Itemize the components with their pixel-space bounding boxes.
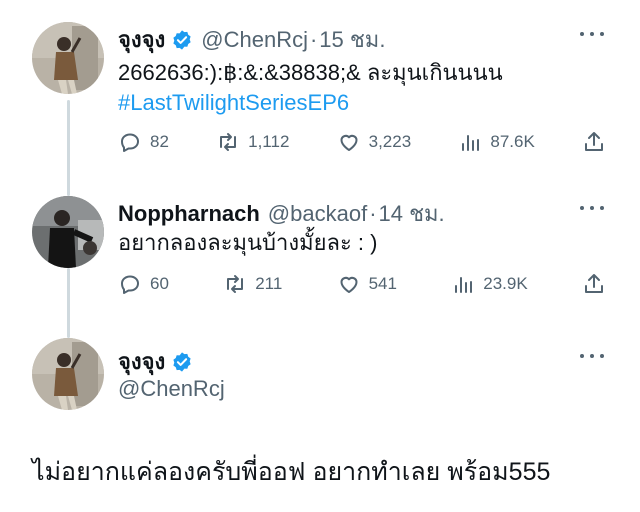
user-handle[interactable]: @backaof — [268, 201, 367, 227]
retweet-count: 1,112 — [248, 132, 290, 151]
hashtag-link[interactable]: #LastTwilightSeriesEP6 — [118, 88, 349, 118]
reply-count: 60 — [150, 274, 169, 293]
display-name[interactable]: Noppharnach — [118, 201, 260, 227]
tweet-header: จุงจุง @ChenRcj · 15 ชม. — [118, 22, 385, 57]
verified-badge-icon — [173, 351, 191, 372]
more-icon[interactable] — [580, 353, 604, 359]
retweet-icon — [227, 275, 244, 293]
timestamp[interactable]: 14 ชม. — [379, 196, 445, 231]
thread-line — [67, 268, 70, 338]
like-button[interactable]: 541 — [337, 272, 397, 296]
user-handle[interactable]: @ChenRcj — [201, 27, 308, 53]
more-icon[interactable] — [580, 205, 604, 211]
like-count: 541 — [368, 274, 397, 293]
retweet-icon — [220, 133, 237, 151]
avatar[interactable] — [32, 22, 104, 94]
views-icon — [462, 135, 480, 151]
share-button[interactable] — [582, 130, 606, 154]
reply-button[interactable]: 60 — [118, 272, 169, 296]
like-icon — [340, 276, 358, 293]
retweet-button[interactable]: 211 — [223, 272, 282, 296]
tweet-header: จุงจุง — [118, 344, 193, 379]
tweet-text: 2662636:):฿:&:&38838;& ละมุนเกินนนน — [118, 60, 503, 85]
avatar[interactable] — [32, 338, 104, 410]
tweet-text: อยากลองละมุนบ้างมั้ยละ : ) — [118, 230, 378, 255]
like-count: 3,223 — [368, 132, 412, 151]
separator-dot: · — [309, 26, 318, 52]
view-count: 23.9K — [483, 274, 528, 293]
share-button[interactable] — [582, 272, 606, 296]
tweet-header: Noppharnach @backaof · 14 ชม. — [118, 196, 445, 231]
like-icon — [340, 134, 358, 151]
views-button[interactable]: 87.6K — [458, 130, 535, 154]
reply-icon — [121, 275, 139, 294]
share-icon — [584, 274, 603, 293]
view-count: 87.6K — [490, 132, 535, 151]
tweet-text: ไม่อยากแค่ลองครับพี่ออฟ อยากทำเลย พร้อม5… — [32, 458, 551, 486]
tweet-actions: 60 211 541 23.9K — [118, 272, 606, 296]
more-icon[interactable] — [580, 31, 604, 37]
display-name[interactable]: จุงจุง — [118, 344, 165, 379]
like-button[interactable]: 3,223 — [337, 130, 412, 154]
user-handle[interactable]: @ChenRcj — [118, 376, 225, 402]
avatar[interactable] — [32, 196, 104, 268]
reply-count: 82 — [150, 132, 169, 151]
display-name[interactable]: จุงจุง — [118, 22, 165, 57]
views-icon — [455, 277, 473, 293]
share-icon — [585, 132, 603, 151]
separator-dot: · — [369, 200, 377, 226]
timestamp[interactable]: 15 ชม. — [319, 22, 385, 57]
retweet-count: 211 — [255, 274, 283, 293]
retweet-button[interactable]: 1,112 — [216, 130, 289, 154]
tweet-actions: 82 1,112 3,223 87.6K — [118, 130, 606, 154]
views-button[interactable]: 23.9K — [451, 272, 528, 296]
thread-line — [67, 100, 70, 196]
verified-badge-icon — [173, 29, 191, 50]
reply-icon — [121, 133, 139, 152]
reply-button[interactable]: 82 — [118, 130, 169, 154]
